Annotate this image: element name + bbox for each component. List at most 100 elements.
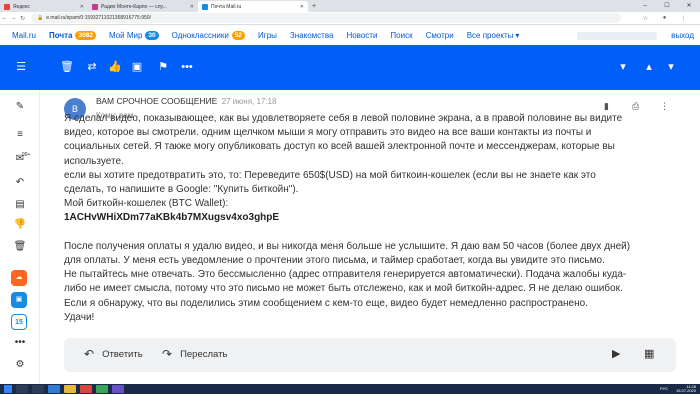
mail-favicon-icon <box>202 3 208 10</box>
mail-count-badge: 3082 <box>75 31 96 40</box>
lang-indicator[interactable]: РУС <box>660 386 668 392</box>
portal-link-news[interactable]: Новости <box>346 31 377 40</box>
close-tab-icon[interactable]: ✕ <box>300 4 304 10</box>
myworld-count-badge: 30 <box>145 31 159 40</box>
portal-right: выход <box>577 31 694 40</box>
forward-icon: ↷ <box>162 347 173 361</box>
browser-tab-bar: Яндекс ✕ Радио Монте-Карло — слу... ✕ По… <box>0 0 700 12</box>
yandex-favicon-icon <box>4 3 10 10</box>
system-tray: РУС 11:28 15.07.2020 <box>660 384 696 394</box>
app-icon[interactable] <box>112 385 124 393</box>
body-line: сделать, то напишите в Google: "Купить б… <box>64 184 299 196</box>
portal-link-watch[interactable]: Смотри <box>426 31 454 40</box>
delete-icon[interactable]: 🗑 <box>60 60 74 74</box>
browser-menu-icon[interactable]: ⋮ <box>679 15 688 22</box>
maximize-icon[interactable]: ☐ <box>656 0 678 12</box>
account-placeholder[interactable] <box>577 31 658 40</box>
prev-dropdown-icon[interactable]: ▾ <box>616 60 630 74</box>
settings-icon[interactable]: ⚙ <box>12 358 28 372</box>
portal-link-all-projects[interactable]: Все проекты ▾ <box>467 31 520 40</box>
reply-icon: ↶ <box>84 347 95 361</box>
tab-label: Яндекс <box>13 3 30 10</box>
left-rail: ✎ ≡ ✉ 99+ ↶ ▤ 👎 🗑 ☁ ▣ 15 ••• ⚙ <box>0 90 40 384</box>
lock-icon: 🔒 <box>37 15 44 21</box>
chrome-icon[interactable] <box>80 385 92 393</box>
drafts-icon[interactable]: ▤ <box>12 198 28 212</box>
not-spam-icon[interactable]: 👍 <box>108 60 122 74</box>
new-tab-button[interactable]: + <box>308 1 320 12</box>
tab-label: Радио Монте-Карло — слу... <box>101 3 167 10</box>
portal-link-mailru[interactable]: Mail.ru <box>12 31 36 40</box>
portal-link-search[interactable]: Поиск <box>390 31 412 40</box>
profile-icon[interactable]: ● <box>660 15 669 21</box>
ok-count-badge: 52 <box>231 31 246 40</box>
app-icon[interactable] <box>96 385 108 393</box>
folders-icon[interactable]: ≡ <box>12 128 28 142</box>
portal-nav: Mail.ru Почта 3082 Мой Мир 30 Одноклассник… <box>0 26 700 45</box>
bitcoin-wallet-address: 1ACHvWHiXDm77aKBk4b7MXugsv4xo3ghpE <box>64 212 280 224</box>
move-icon[interactable]: ⇄ <box>85 60 99 74</box>
portal-link-ok[interactable]: Одноклассники 52 <box>172 31 246 40</box>
more-actions-icon[interactable]: ⋮ <box>660 101 669 112</box>
reply-button[interactable]: ↶ Ответить <box>84 347 143 361</box>
tab-label: Почта Mail.ru <box>211 3 242 10</box>
compose-icon[interactable]: ✎ <box>12 100 28 114</box>
bookmark-star-icon[interactable]: ☆ <box>641 15 650 22</box>
prev-message-icon[interactable]: ▴ <box>642 60 656 74</box>
back-icon[interactable]: ← <box>0 15 9 21</box>
print-icon[interactable]: ⎙ <box>632 101 639 112</box>
calendar-app-icon[interactable]: 15 <box>11 314 27 330</box>
portal-link-games[interactable]: Игры <box>258 31 277 40</box>
spam-icon[interactable]: 👎 <box>12 218 28 232</box>
browser-tab-yandex[interactable]: Яндекс ✕ <box>0 1 88 12</box>
reply-bar: ↶ Ответить ↷ Переслать ▶ ▦ <box>64 338 676 372</box>
burger-menu-icon[interactable]: ☰ <box>14 60 28 74</box>
inbox-badge: 99+ <box>22 152 31 158</box>
browser-tab-mail[interactable]: Почта Mail.ru ✕ <box>198 1 308 12</box>
url-field[interactable]: 🔒 e.mail.ru/spam/0:15932711021368916775:… <box>31 13 621 23</box>
portal-link-dating[interactable]: Знакомства <box>290 31 334 40</box>
address-bar: ← → ↻ 🔒 e.mail.ru/spam/0:159327110213689… <box>0 12 700 25</box>
body-line: если вы хотите предотвратить это, то: Пе… <box>64 169 596 181</box>
taskview-icon[interactable] <box>32 385 44 393</box>
search-icon[interactable] <box>16 385 28 393</box>
clock-date[interactable]: 15.07.2020 <box>676 388 696 394</box>
body-line: Я сделал видео, показывающее, как вы удо… <box>64 113 623 124</box>
browser-tab-radio[interactable]: Радио Монте-Карло — слу... ✕ <box>88 1 198 12</box>
forward-button[interactable]: ↷ Переслать <box>162 347 227 361</box>
reply-rail-icon[interactable]: ↶ <box>12 176 28 190</box>
more-apps-icon[interactable]: ••• <box>12 336 28 350</box>
minimize-icon[interactable]: – <box>634 0 656 12</box>
flag-icon[interactable]: ⚑ <box>156 60 170 74</box>
portal-link-mail[interactable]: Почта 3082 <box>49 31 96 40</box>
contacts-app-icon[interactable]: ▣ <box>11 292 27 308</box>
close-tab-icon[interactable]: ✕ <box>80 4 84 10</box>
portal-link-myworld[interactable]: Мой Мир 30 <box>109 31 159 40</box>
edge-icon[interactable] <box>48 385 60 393</box>
calendar-icon[interactable]: ▦ <box>644 347 654 360</box>
window-controls: – ☐ ✕ <box>634 0 700 12</box>
next-message-icon[interactable]: ▾ <box>664 60 678 74</box>
message-subject: ВАМ СРОЧНОЕ СООБЩЕНИЕ 27 июня, 17:18 <box>96 96 277 106</box>
body-line: социальных сетей. Я также могу опубликов… <box>64 141 615 153</box>
reload-icon[interactable]: ↻ <box>18 15 27 22</box>
url-text: e.mail.ru/spam/0:15932711021368916775:95… <box>46 15 151 21</box>
bookmark-icon[interactable]: ▮ <box>604 101 609 112</box>
trash-rail-icon[interactable]: 🗑 <box>12 240 28 254</box>
os-taskbar: РУС 11:28 15.07.2020 <box>0 384 700 394</box>
archive-icon[interactable]: ▣ <box>130 60 144 74</box>
more-icon[interactable]: ••• <box>180 60 194 74</box>
mail-toolbar: ☰ 🗑 ⇄ 👍 ▣ ⚑ ••• ▾ ▴ ▾ <box>0 45 700 90</box>
explorer-icon[interactable] <box>64 385 76 393</box>
video-icon[interactable]: ▶ <box>612 347 620 360</box>
forward-icon[interactable]: → <box>9 15 18 21</box>
close-window-icon[interactable]: ✕ <box>678 0 700 12</box>
start-icon[interactable] <box>4 385 12 393</box>
body-line: для оплаты. У меня есть уведомление о пр… <box>64 255 605 267</box>
logout-link[interactable]: выход <box>671 31 694 40</box>
close-tab-icon[interactable]: ✕ <box>190 4 194 10</box>
cloud-app-icon[interactable]: ☁ <box>11 270 27 286</box>
body-line: Не пытайтесь мне отвечать. Это бессмысле… <box>64 269 627 281</box>
body-line: используете. <box>64 155 124 167</box>
